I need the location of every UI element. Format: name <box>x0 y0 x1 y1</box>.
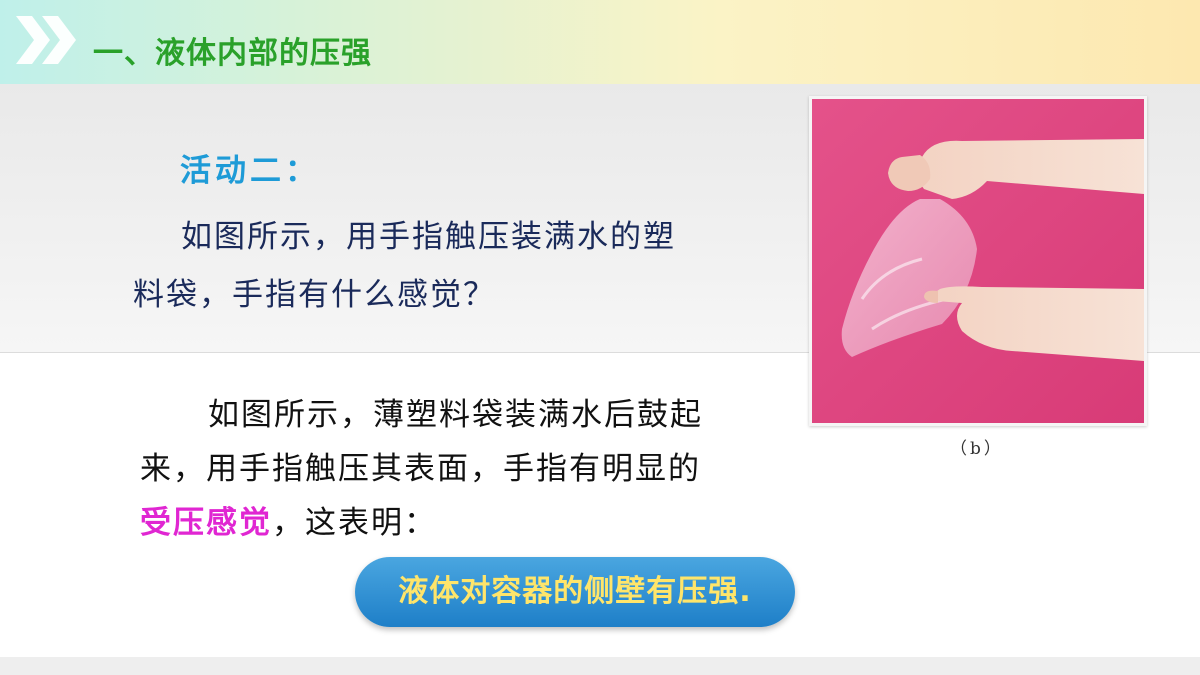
page-title: 一、液体内部的压强 <box>93 36 372 71</box>
double-chevron-right-icon <box>14 14 82 66</box>
water-bag-illustration <box>812 99 1144 423</box>
header-band: 一、液体内部的压强 <box>0 0 1200 84</box>
answer-text: 如图所示，薄塑料袋装满水后鼓起 来，用手指触压其表面，手指有明显的 受压感觉，这… <box>140 388 780 550</box>
conclusion-text: 液体对容器的侧壁有压强. <box>398 574 752 609</box>
answer-line-2: 来，用手指触压其表面，手指有明显的 <box>140 451 701 487</box>
figure-caption: （b） <box>950 439 1004 459</box>
footer-strip <box>0 657 1200 675</box>
activity-label: 活动二： <box>180 153 320 189</box>
answer-line-3: ，这表明： <box>272 505 437 541</box>
conclusion-pill: 液体对容器的侧壁有压强. <box>355 557 795 627</box>
question-line-2: 料袋，手指有什么感觉？ <box>133 277 496 313</box>
question-text: 如图所示，用手指触压装满水的塑 料袋，手指有什么感觉？ <box>133 208 753 324</box>
question-line-1: 如图所示，用手指触压装满水的塑 <box>181 219 676 255</box>
figure-photo <box>809 96 1147 426</box>
answer-line-1: 如图所示，薄塑料袋装满水后鼓起 <box>208 397 703 433</box>
answer-highlight: 受压感觉 <box>140 505 272 541</box>
